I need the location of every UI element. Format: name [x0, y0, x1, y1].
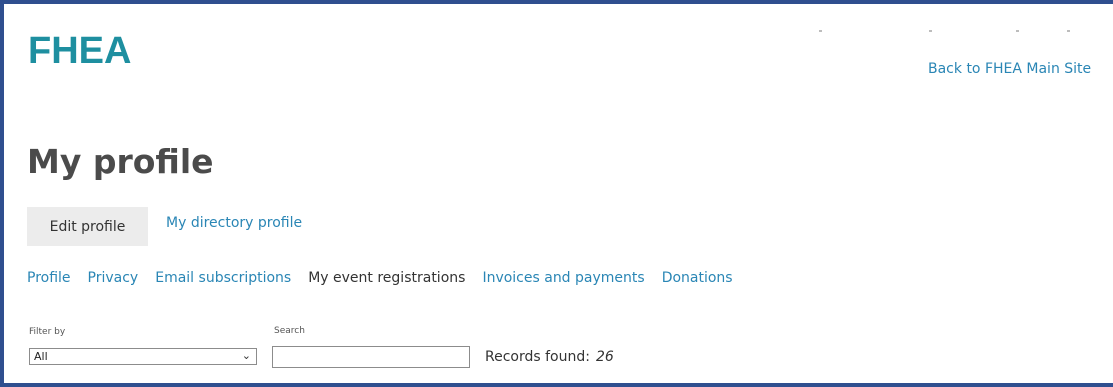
chevron-down-icon: ⌄ [241, 349, 251, 362]
site-logo[interactable]: FHEA [28, 30, 131, 73]
subnav-item-email-subscriptions[interactable]: Email subscriptions [155, 270, 291, 286]
page-title: My profile [27, 142, 214, 181]
filter-by-label: Filter by [29, 327, 66, 337]
records-found: Records found: 26 [485, 349, 614, 365]
search-input[interactable] [272, 346, 470, 368]
decorative-speck [929, 30, 932, 32]
decorative-speck [819, 30, 822, 32]
subnav-item-privacy[interactable]: Privacy [88, 270, 139, 286]
directory-profile-link[interactable]: My directory profile [166, 215, 302, 231]
subnav-item-donations[interactable]: Donations [662, 270, 733, 286]
filter-selected-value: All [34, 350, 48, 363]
back-to-main-site-link[interactable]: Back to FHEA Main Site [928, 61, 1091, 77]
subnav-item-profile[interactable]: Profile [27, 270, 71, 286]
decorative-speck [1016, 30, 1019, 32]
decorative-speck [1067, 30, 1070, 32]
edit-profile-button[interactable]: Edit profile [27, 207, 148, 246]
records-found-label: Records found: [485, 349, 590, 365]
profile-subnav: Profile Privacy Email subscriptions My e… [27, 270, 750, 286]
records-found-count: 26 [595, 349, 614, 365]
filter-by-select[interactable]: All ⌄ [29, 348, 257, 365]
subnav-item-invoices-and-payments[interactable]: Invoices and payments [482, 270, 644, 286]
page-frame: FHEA Back to FHEA Main Site My profile E… [0, 0, 1113, 387]
subnav-item-my-event-registrations[interactable]: My event registrations [308, 270, 465, 286]
search-label: Search [274, 326, 305, 336]
